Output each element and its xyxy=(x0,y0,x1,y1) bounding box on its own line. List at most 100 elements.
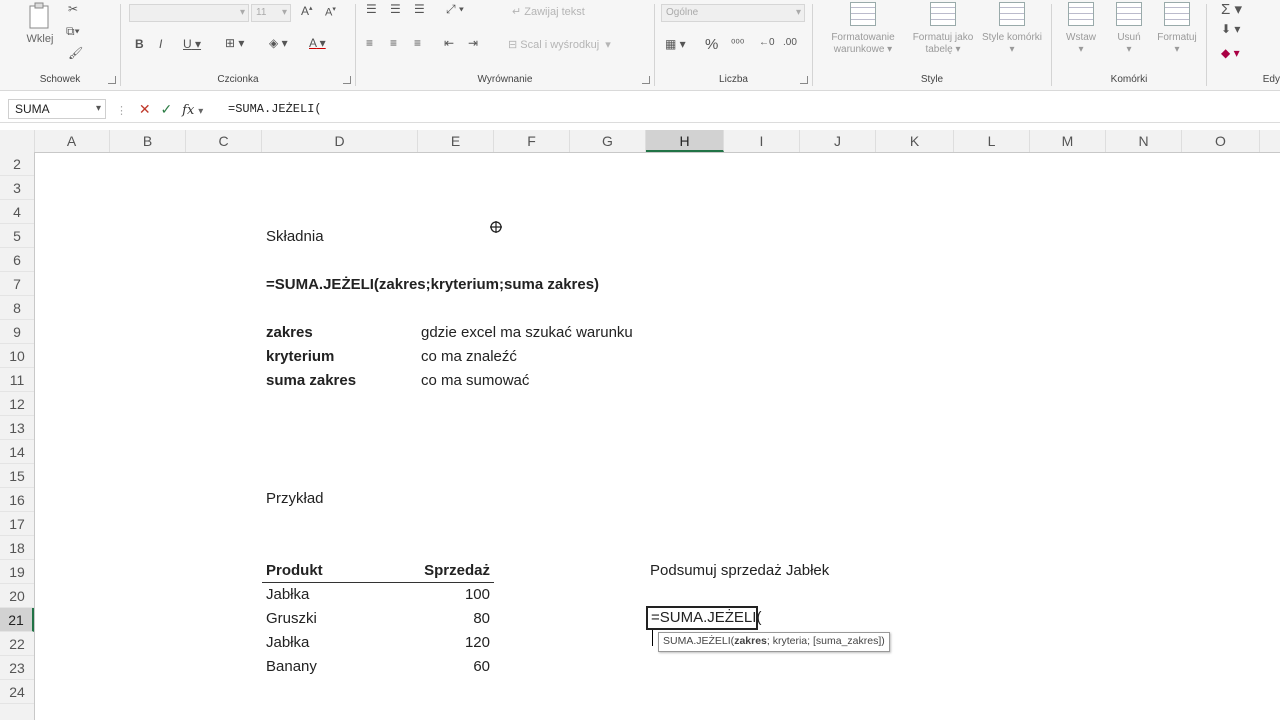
copy-icon[interactable]: ⧉▾ xyxy=(66,24,80,39)
alignment-launcher-icon[interactable] xyxy=(642,76,650,84)
italic-button[interactable]: I xyxy=(159,37,162,51)
row-header-19[interactable]: 19 xyxy=(0,560,34,584)
conditional-formatting-button[interactable]: Formatowanie warunkowe ▾ xyxy=(819,2,907,56)
orientation-icon[interactable]: ⤢ ▾ xyxy=(446,2,464,17)
table-row-product[interactable]: Jabłka xyxy=(266,583,309,607)
column-header-g[interactable]: G xyxy=(570,130,646,152)
row-header-21[interactable]: 21 xyxy=(0,608,34,632)
task-label[interactable]: Podsumuj sprzedaż Jabłek xyxy=(650,559,829,583)
column-header-a[interactable]: A xyxy=(34,130,110,152)
comma-style-icon[interactable]: ⁰⁰⁰ xyxy=(731,37,744,50)
row-header-24[interactable]: 24 xyxy=(0,680,34,704)
increase-indent-icon[interactable]: ⇥ xyxy=(468,36,478,50)
column-header-j[interactable]: J xyxy=(800,130,876,152)
underline-button[interactable]: U ▾ xyxy=(183,37,201,51)
autosum-button[interactable]: Σ ▾ xyxy=(1221,0,1242,18)
shrink-font-button[interactable]: A▾ xyxy=(325,5,336,19)
table-row-sales[interactable]: 80 xyxy=(420,607,490,631)
row-header-23[interactable]: 23 xyxy=(0,656,34,680)
number-format-combo[interactable]: Ogólne ▾ xyxy=(661,4,805,22)
chevron-down-icon[interactable]: ▾ xyxy=(198,106,203,117)
arg-desc-zakres[interactable]: gdzie excel ma szukać warunku xyxy=(421,321,633,345)
row-header-20[interactable]: 20 xyxy=(0,584,34,608)
row-header-2[interactable]: 2 xyxy=(0,152,34,176)
column-header-h[interactable]: H xyxy=(646,130,724,152)
cut-icon[interactable]: ✂ xyxy=(68,2,78,16)
align-left-icon[interactable]: ≡ xyxy=(366,36,373,50)
table-header-sales[interactable]: Sprzedaż xyxy=(418,559,494,583)
enter-icon[interactable]: ✓ xyxy=(161,101,173,117)
column-header-f[interactable]: F xyxy=(494,130,570,152)
column-header-m[interactable]: M xyxy=(1030,130,1106,152)
arg-name-zakres[interactable]: zakres xyxy=(266,321,313,345)
decrease-decimal-icon[interactable]: .00 xyxy=(783,37,797,48)
arg-name-kryterium[interactable]: kryterium xyxy=(266,345,334,369)
column-header-l[interactable]: L xyxy=(954,130,1030,152)
font-launcher-icon[interactable] xyxy=(343,76,351,84)
fill-color-icon[interactable]: ◈ ▾ xyxy=(269,36,288,50)
row-header-10[interactable]: 10 xyxy=(0,344,34,368)
table-row-product[interactable]: Jabłka xyxy=(266,631,309,655)
function-tooltip[interactable]: SUMA.JEŻELI(zakres; kryteria; [suma_zakr… xyxy=(658,632,890,652)
row-header-15[interactable]: 15 xyxy=(0,464,34,488)
row-header-12[interactable]: 12 xyxy=(0,392,34,416)
borders-icon[interactable]: ⊞ ▾ xyxy=(225,36,244,50)
table-row-product[interactable]: Banany xyxy=(266,655,317,679)
table-row-product[interactable]: Gruszki xyxy=(266,607,317,631)
table-row-sales[interactable]: 120 xyxy=(420,631,490,655)
column-header-i[interactable]: I xyxy=(724,130,800,152)
name-box[interactable]: SUMA ▾ xyxy=(8,99,106,119)
font-name-combo[interactable]: ▾ xyxy=(129,4,249,22)
clear-icon[interactable]: ◆ ▾ xyxy=(1221,46,1240,60)
row-header-18[interactable]: 18 xyxy=(0,536,34,560)
fill-icon[interactable]: ⬇ ▾ xyxy=(1221,22,1240,36)
font-color-button[interactable]: A ▾ xyxy=(309,36,326,50)
column-header-n[interactable]: N xyxy=(1106,130,1182,152)
arg-desc-kryterium[interactable]: co ma znaleźć xyxy=(421,345,517,369)
column-header-o[interactable]: O xyxy=(1182,130,1260,152)
increase-decimal-icon[interactable]: ←0 xyxy=(759,37,775,48)
row-header-5[interactable]: 5 xyxy=(0,224,34,248)
cell-styles-button[interactable]: Style komórki ▾ xyxy=(981,2,1043,56)
row-header-6[interactable]: 6 xyxy=(0,248,34,272)
example-title[interactable]: Przykład xyxy=(266,487,324,511)
row-header-7[interactable]: 7 xyxy=(0,272,34,296)
select-all-corner[interactable] xyxy=(0,130,35,152)
column-header-c[interactable]: C xyxy=(186,130,262,152)
row-header-9[interactable]: 9 xyxy=(0,320,34,344)
column-header-k[interactable]: K xyxy=(876,130,954,152)
insert-function-icon[interactable]: fx xyxy=(182,103,194,118)
formula-input[interactable]: =SUMA.JEŻELI( xyxy=(228,99,322,119)
row-header-22[interactable]: 22 xyxy=(0,632,34,656)
active-cell-editor[interactable]: =SUMA.JEŻELI( xyxy=(646,606,761,647)
merge-center-button[interactable]: ⊟ Scal i wyśrodkuj ▾ xyxy=(508,38,611,51)
number-launcher-icon[interactable] xyxy=(800,76,808,84)
syntax-title[interactable]: Składnia xyxy=(266,225,324,249)
delete-cells-button[interactable]: Usuń ▾ xyxy=(1106,2,1152,56)
bold-button[interactable]: B xyxy=(135,37,144,51)
format-cells-button[interactable]: Formatuj ▾ xyxy=(1152,2,1202,56)
row-header-8[interactable]: 8 xyxy=(0,296,34,320)
row-header-3[interactable]: 3 xyxy=(0,176,34,200)
chevron-down-icon[interactable]: ▾ xyxy=(96,100,101,118)
align-top-icon[interactable]: ☰ xyxy=(366,2,377,16)
row-header-4[interactable]: 4 xyxy=(0,200,34,224)
column-header-d[interactable]: D xyxy=(262,130,418,152)
wrap-text-button[interactable]: ↵ Zawijaj tekst xyxy=(512,5,585,18)
align-right-icon[interactable]: ≡ xyxy=(414,36,421,50)
row-header-14[interactable]: 14 xyxy=(0,440,34,464)
format-painter-icon[interactable]: 🖌 xyxy=(68,46,83,60)
cancel-icon[interactable]: ✕ xyxy=(139,101,151,117)
row-header-17[interactable]: 17 xyxy=(0,512,34,536)
decrease-indent-icon[interactable]: ⇤ xyxy=(444,36,454,50)
row-header-16[interactable]: 16 xyxy=(0,488,34,512)
more-options-icon[interactable]: ⋮ xyxy=(116,105,127,117)
accounting-icon[interactable]: ▦ ▾ xyxy=(665,37,686,51)
grow-font-button[interactable]: A▴ xyxy=(301,4,313,18)
align-middle-icon[interactable]: ☰ xyxy=(390,2,401,16)
table-row-sales[interactable]: 100 xyxy=(420,583,490,607)
arg-name-suma-zakres[interactable]: suma zakres xyxy=(266,369,356,393)
align-bottom-icon[interactable]: ☰ xyxy=(414,2,425,16)
row-header-13[interactable]: 13 xyxy=(0,416,34,440)
column-header-e[interactable]: E xyxy=(418,130,494,152)
